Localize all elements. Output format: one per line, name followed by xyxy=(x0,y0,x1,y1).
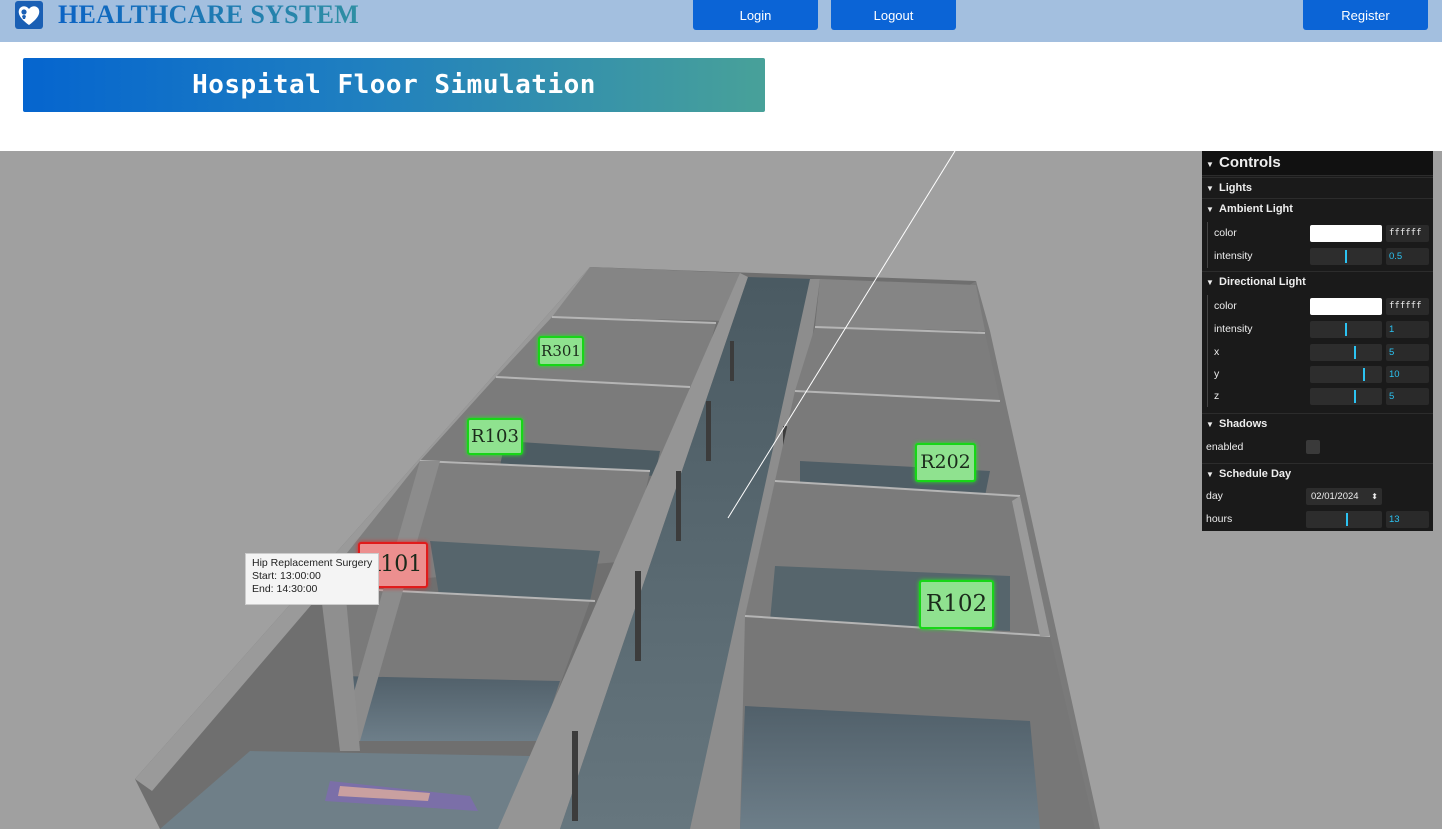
room-label-r301[interactable]: R301 xyxy=(538,336,584,366)
room-label-r202[interactable]: R202 xyxy=(915,443,976,482)
directional-intensity-row: intensity 1 xyxy=(1202,318,1433,340)
tooltip-end: End: 14:30:00 xyxy=(252,583,318,595)
directional-intensity-label: intensity xyxy=(1214,323,1253,335)
directional-x-input[interactable]: 5 xyxy=(1386,344,1429,361)
directional-x-row: x 5 xyxy=(1202,341,1433,363)
folder-directional-light[interactable]: ▼ Directional Light xyxy=(1202,271,1433,292)
folder-directional-label: Directional Light xyxy=(1219,276,1306,288)
schedule-day-row: day 02/01/2024 ⬍ xyxy=(1202,485,1433,507)
chevron-down-icon: ▼ xyxy=(1206,420,1214,429)
directional-color-row: color ffffff xyxy=(1202,295,1433,317)
room-label-r103[interactable]: R103 xyxy=(467,418,523,455)
schedule-hours-input[interactable]: 13 xyxy=(1386,511,1429,528)
ambient-intensity-label: intensity xyxy=(1214,250,1253,262)
controls-panel: ▼ Controls ▼ Lights ▼ Ambient Light color f… xyxy=(1202,151,1433,531)
folder-lights-label: Lights xyxy=(1219,182,1252,194)
directional-y-input[interactable]: 10 xyxy=(1386,366,1429,383)
directional-z-slider[interactable] xyxy=(1310,388,1382,405)
slider-knob[interactable] xyxy=(1345,323,1347,336)
ambient-intensity-slider[interactable] xyxy=(1310,248,1382,265)
folder-schedule-day[interactable]: ▼ Schedule Day xyxy=(1202,463,1433,484)
schedule-day-value: 02/01/2024 xyxy=(1311,491,1359,502)
directional-z-input[interactable]: 5 xyxy=(1386,388,1429,405)
directional-color-input[interactable]: ffffff xyxy=(1386,298,1429,315)
directional-z-label: z xyxy=(1214,390,1220,402)
directional-color-swatch[interactable] xyxy=(1310,298,1382,315)
room-schedule-tooltip: Hip Replacement Surgery Start: 13:00:00 … xyxy=(245,553,379,605)
directional-x-slider[interactable] xyxy=(1310,344,1382,361)
chevron-down-icon: ▼ xyxy=(1206,470,1214,479)
ambient-color-row: color ffffff xyxy=(1202,222,1433,244)
ambient-intensity-input[interactable]: 0.5 xyxy=(1386,248,1429,265)
folder-ambient-light[interactable]: ▼ Ambient Light xyxy=(1202,198,1433,219)
directional-intensity-slider[interactable] xyxy=(1310,321,1382,338)
directional-intensity-input[interactable]: 1 xyxy=(1386,321,1429,338)
brand-title: HEALTHCARE SYSTEM xyxy=(58,0,360,29)
tooltip-start: Start: 13:00:00 xyxy=(252,570,321,582)
room-wall xyxy=(552,267,740,321)
shadows-enabled-checkbox[interactable] xyxy=(1306,440,1320,454)
room-floor xyxy=(740,706,1040,829)
folder-lights[interactable]: ▼ Lights xyxy=(1202,177,1433,198)
login-button[interactable]: Login xyxy=(693,0,818,30)
directional-color-label: color xyxy=(1214,300,1237,312)
register-button[interactable]: Register xyxy=(1303,0,1428,30)
controls-header[interactable]: ▼ Controls xyxy=(1202,151,1433,176)
chevron-down-icon: ▼ xyxy=(1206,184,1214,193)
schedule-day-label: day xyxy=(1206,490,1223,502)
slider-knob[interactable] xyxy=(1346,513,1348,526)
folder-schedule-label: Schedule Day xyxy=(1219,468,1292,480)
room-wall xyxy=(795,327,1000,401)
chevron-down-icon: ▼ xyxy=(1206,278,1214,287)
schedule-hours-row: hours 13 xyxy=(1202,508,1433,530)
ambient-color-label: color xyxy=(1214,227,1237,239)
tooltip-title: Hip Replacement Surgery xyxy=(252,557,373,569)
directional-y-row: y 10 xyxy=(1202,363,1433,385)
room-label-r102[interactable]: R102 xyxy=(919,580,994,629)
chevron-down-icon: ▼ xyxy=(1206,205,1214,214)
page-title: Hospital Floor Simulation xyxy=(192,70,596,100)
folder-shadows[interactable]: ▼ Shadows xyxy=(1202,413,1433,434)
slider-knob[interactable] xyxy=(1345,250,1347,263)
directional-x-label: x xyxy=(1214,346,1220,358)
schedule-hours-label: hours xyxy=(1206,513,1233,525)
ambient-color-input[interactable]: ffffff xyxy=(1386,225,1429,242)
ambient-color-swatch[interactable] xyxy=(1310,225,1382,242)
page-banner: Hospital Floor Simulation xyxy=(23,58,765,112)
select-arrows-icon: ⬍ xyxy=(1371,492,1378,501)
directional-z-row: z 5 xyxy=(1202,385,1433,407)
slider-knob[interactable] xyxy=(1354,390,1356,403)
logout-button[interactable]: Logout xyxy=(831,0,956,30)
schedule-day-select[interactable]: 02/01/2024 ⬍ xyxy=(1306,488,1382,505)
folder-shadows-label: Shadows xyxy=(1219,418,1268,430)
shadows-enabled-row: enabled xyxy=(1202,436,1433,458)
heart-logo-icon xyxy=(15,1,43,29)
schedule-hours-slider[interactable] xyxy=(1306,511,1382,528)
controls-title: Controls xyxy=(1219,154,1281,171)
chevron-down-icon: ▼ xyxy=(1206,160,1214,169)
room-floor xyxy=(430,541,600,601)
folder-ambient-label: Ambient Light xyxy=(1219,203,1293,215)
top-navbar: HEALTHCARE SYSTEM Login Logout Register xyxy=(0,0,1442,42)
slider-knob[interactable] xyxy=(1354,346,1356,359)
directional-y-slider[interactable] xyxy=(1310,366,1382,383)
shadows-enabled-label: enabled xyxy=(1206,441,1244,453)
ambient-intensity-row: intensity 0.5 xyxy=(1202,245,1433,267)
slider-knob[interactable] xyxy=(1363,368,1365,381)
room-wall xyxy=(496,317,716,387)
room-wall xyxy=(815,279,985,331)
directional-y-label: y xyxy=(1214,368,1220,380)
